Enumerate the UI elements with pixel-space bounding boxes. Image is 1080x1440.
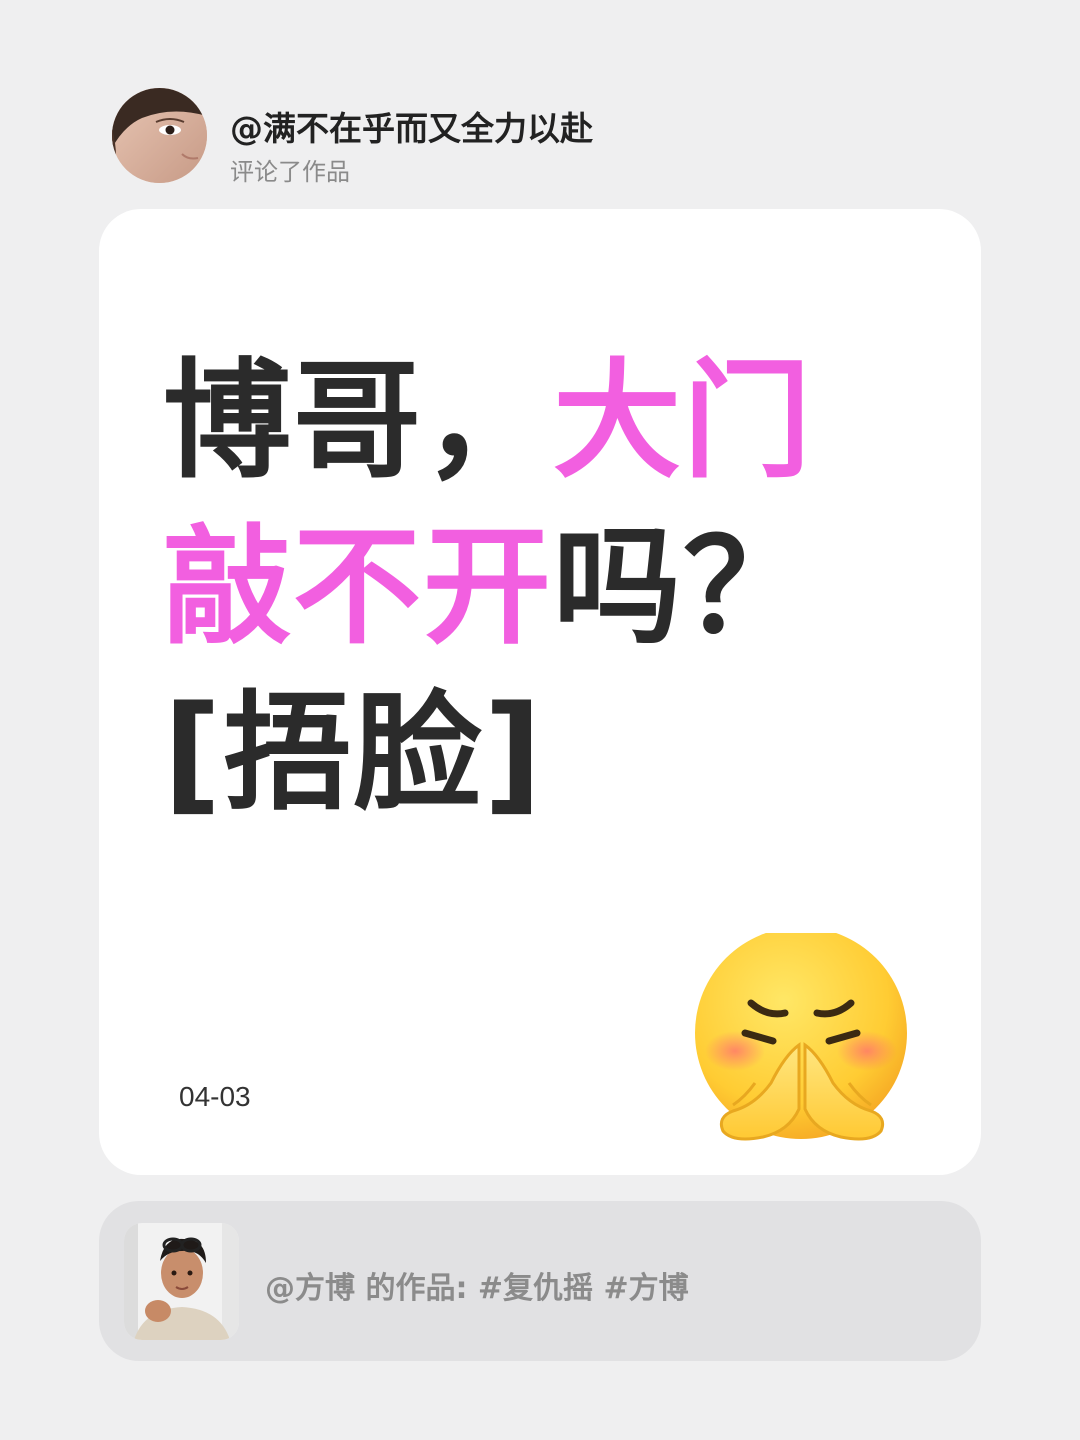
commenter-username[interactable]: @满不在乎而又全力以赴 xyxy=(230,102,593,150)
work-thumbnail-image xyxy=(124,1223,239,1340)
comment-date: 04-03 xyxy=(179,1081,251,1112)
comment-text-part-1: 博哥， xyxy=(163,347,554,496)
comment-card: 博哥，大门敲不开吗？[捂脸] 04-03 xyxy=(99,209,981,1175)
comment-header: @满不在乎而又全力以赴 评论了作品 xyxy=(112,88,972,186)
work-thumbnail[interactable] xyxy=(124,1223,239,1340)
face-with-folded-hands-emoji xyxy=(695,933,907,1141)
commenter-avatar-image xyxy=(112,88,207,183)
work-description[interactable]: @方博 的作品: #复仇摇 #方博 xyxy=(265,1263,689,1307)
commenter-avatar[interactable] xyxy=(112,88,207,183)
comment-action-label: 评论了作品 xyxy=(230,158,350,186)
original-work-bar[interactable]: @方博 的作品: #复仇摇 #方博 xyxy=(99,1201,981,1361)
comment-text: 博哥，大门敲不开吗？[捂脸] xyxy=(163,339,923,837)
